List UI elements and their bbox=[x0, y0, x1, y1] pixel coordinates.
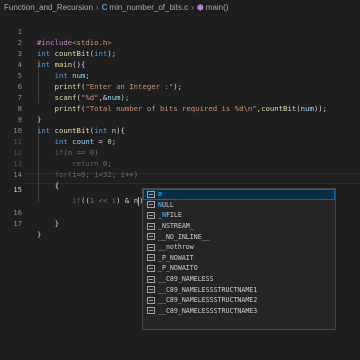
symbol-constant-icon bbox=[147, 222, 155, 230]
suggestion-label: _P_NOWAITO bbox=[158, 264, 198, 273]
code-line: 11 if(n == 0) bbox=[0, 125, 360, 157]
code-line-active: 15 if((1 << i) & n) bbox=[0, 173, 360, 206]
code-line: 13 for(i=0; i<32; i++) bbox=[0, 147, 360, 179]
chevron-right-icon: › bbox=[95, 3, 99, 12]
c-file-icon: C bbox=[101, 3, 108, 12]
breadcrumb-folder[interactable]: Function_and_Recursion bbox=[4, 3, 93, 12]
suggestion-label: __C89_NAMELESSSTRUCTNAME1 bbox=[158, 285, 258, 294]
line-number: 15 bbox=[13, 185, 22, 194]
symbol-constant-icon bbox=[147, 254, 155, 262]
suggestion-item[interactable]: _P_NOWAITO bbox=[143, 263, 335, 274]
suggestion-label: ULL bbox=[161, 200, 174, 209]
chevron-right-icon: › bbox=[191, 3, 194, 12]
code-line: 8 } bbox=[0, 92, 360, 124]
suggestion-label: _N bbox=[158, 211, 166, 220]
suggestion-label: __C89_NAMELESS bbox=[158, 275, 214, 284]
suggestion-label: n bbox=[158, 190, 162, 199]
suggestion-item[interactable]: __C89_NAMELESSSTRUCTNAME1 bbox=[143, 284, 335, 295]
symbol-constant-icon bbox=[147, 211, 155, 219]
suggestion-item[interactable]: __NO_INLINE__ bbox=[143, 231, 335, 242]
code-line: 14 { bbox=[0, 158, 360, 190]
suggestion-label: __nothrow bbox=[158, 243, 194, 252]
suggestion-label: __C89_NAMELESSSTRUCTNAME2 bbox=[158, 296, 258, 305]
suggestion-item[interactable]: _P_NOWAIT bbox=[143, 253, 335, 264]
suggestion-item[interactable]: n bbox=[143, 189, 335, 200]
symbol-constant-icon bbox=[147, 286, 155, 294]
symbol-variable-icon bbox=[147, 190, 155, 198]
code-line: 3 int main(){ bbox=[0, 37, 360, 69]
line-number: 17 bbox=[13, 219, 22, 228]
code-line: 2 int countBit(int); bbox=[0, 26, 360, 58]
suggestion-item[interactable]: __C89_NAMELESSSTRUCTNAME3 bbox=[143, 306, 335, 317]
breadcrumb-symbol[interactable]: main() bbox=[206, 3, 229, 12]
suggestion-item[interactable]: __C89_NAMELESS bbox=[143, 274, 335, 285]
symbol-constant-icon bbox=[147, 233, 155, 241]
suggestion-item[interactable]: __C89_NAMELESSSTRUCTNAME2 bbox=[143, 295, 335, 306]
suggestion-label: FILE bbox=[165, 211, 182, 220]
suggestion-item[interactable]: _NFILE bbox=[143, 210, 335, 221]
code-line: 5 printf("Enter an Integer :"); bbox=[0, 59, 360, 91]
code-line: 10 int count = 0; bbox=[0, 114, 360, 146]
suggestion-item[interactable]: _NSTREAM_ bbox=[143, 221, 335, 232]
code-line: 7 printf("Total number of bits required … bbox=[0, 81, 360, 113]
suggestion-label: _NSTREAM_ bbox=[158, 222, 194, 231]
suggestion-item[interactable]: NULL bbox=[143, 200, 335, 211]
suggestion-label: __NO_INLINE__ bbox=[158, 232, 210, 241]
code-line: 9 int countBit(int n){ bbox=[0, 103, 360, 135]
symbol-constant-icon bbox=[147, 296, 155, 304]
breadcrumb-file[interactable]: min_number_of_bits.c bbox=[109, 3, 188, 12]
symbol-constant-icon bbox=[147, 307, 155, 315]
symbol-constant-icon bbox=[147, 243, 155, 251]
symbol-constant-icon bbox=[147, 264, 155, 272]
symbol-constant-icon bbox=[147, 275, 155, 283]
suggestion-label: __C89_NAMELESSSTRUCTNAME3 bbox=[158, 306, 258, 315]
method-cube-icon: ⬢ bbox=[196, 3, 204, 12]
code-line: 1 #include<stdio.h> bbox=[0, 15, 360, 47]
code-line: 6 scanf("%d",&num); bbox=[0, 70, 360, 102]
autocomplete-suggestions[interactable]: n NULL _NFILE _NSTREAM_ __NO_INLINE__ __… bbox=[142, 188, 336, 330]
code-line: 12 return 0; bbox=[0, 136, 360, 168]
suggestion-item[interactable]: __nothrow bbox=[143, 242, 335, 253]
suggestion-label: _P_NOWAIT bbox=[158, 253, 194, 262]
code-line: 4 int num; bbox=[0, 48, 360, 80]
symbol-constant-icon bbox=[147, 201, 155, 209]
breadcrumb: Function_and_Recursion › C min_number_of… bbox=[0, 0, 360, 15]
